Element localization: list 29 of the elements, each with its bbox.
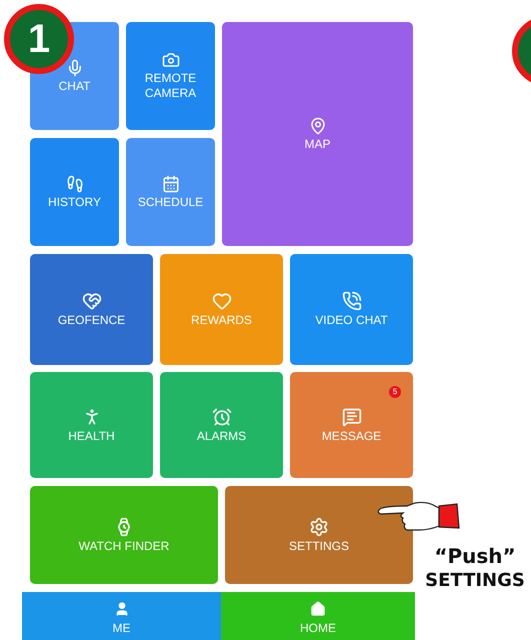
phone-icon <box>342 291 362 311</box>
calendar-icon <box>162 174 180 192</box>
annotation-text: SETTINGS <box>425 570 525 591</box>
app-tile[interactable]: MESSAGE 5 <box>290 372 413 478</box>
map-pin-icon <box>308 116 326 134</box>
heart-icon <box>212 291 232 311</box>
app-tile[interactable]: GEOFENCE <box>30 254 153 365</box>
app-tile[interactable]: VIDEO CHAT <box>290 254 413 365</box>
person-icon <box>114 601 130 617</box>
app-tile[interactable]: SCHEDULE <box>126 138 215 246</box>
step-badge-overlay: 1 <box>4 4 74 74</box>
app-tile[interactable]: SETTINGS <box>225 486 413 584</box>
alarm-clock-icon <box>212 406 232 426</box>
app-tile[interactable]: REMOTE CAMERA <box>126 22 215 130</box>
app-tile[interactable]: HISTORY <box>30 138 119 246</box>
app-tile[interactable]: REWARDS <box>160 254 283 365</box>
app-tile[interactable]: WATCH FINDER <box>30 486 218 584</box>
nav-tab[interactable]: HOME <box>221 592 415 640</box>
home-icon <box>310 601 326 617</box>
app-tile[interactable]: ALARMS <box>160 372 283 478</box>
message-icon <box>342 406 362 426</box>
footprints-icon <box>66 174 84 192</box>
nav-tab[interactable]: ME <box>22 592 221 640</box>
app-tile[interactable]: MAP <box>222 22 413 246</box>
annotation-text: “Push” <box>434 544 516 568</box>
count-badge: 5 <box>389 386 401 398</box>
gear-icon <box>309 516 329 536</box>
app-tile[interactable]: HEALTH <box>30 372 153 478</box>
camera-icon <box>162 51 180 69</box>
